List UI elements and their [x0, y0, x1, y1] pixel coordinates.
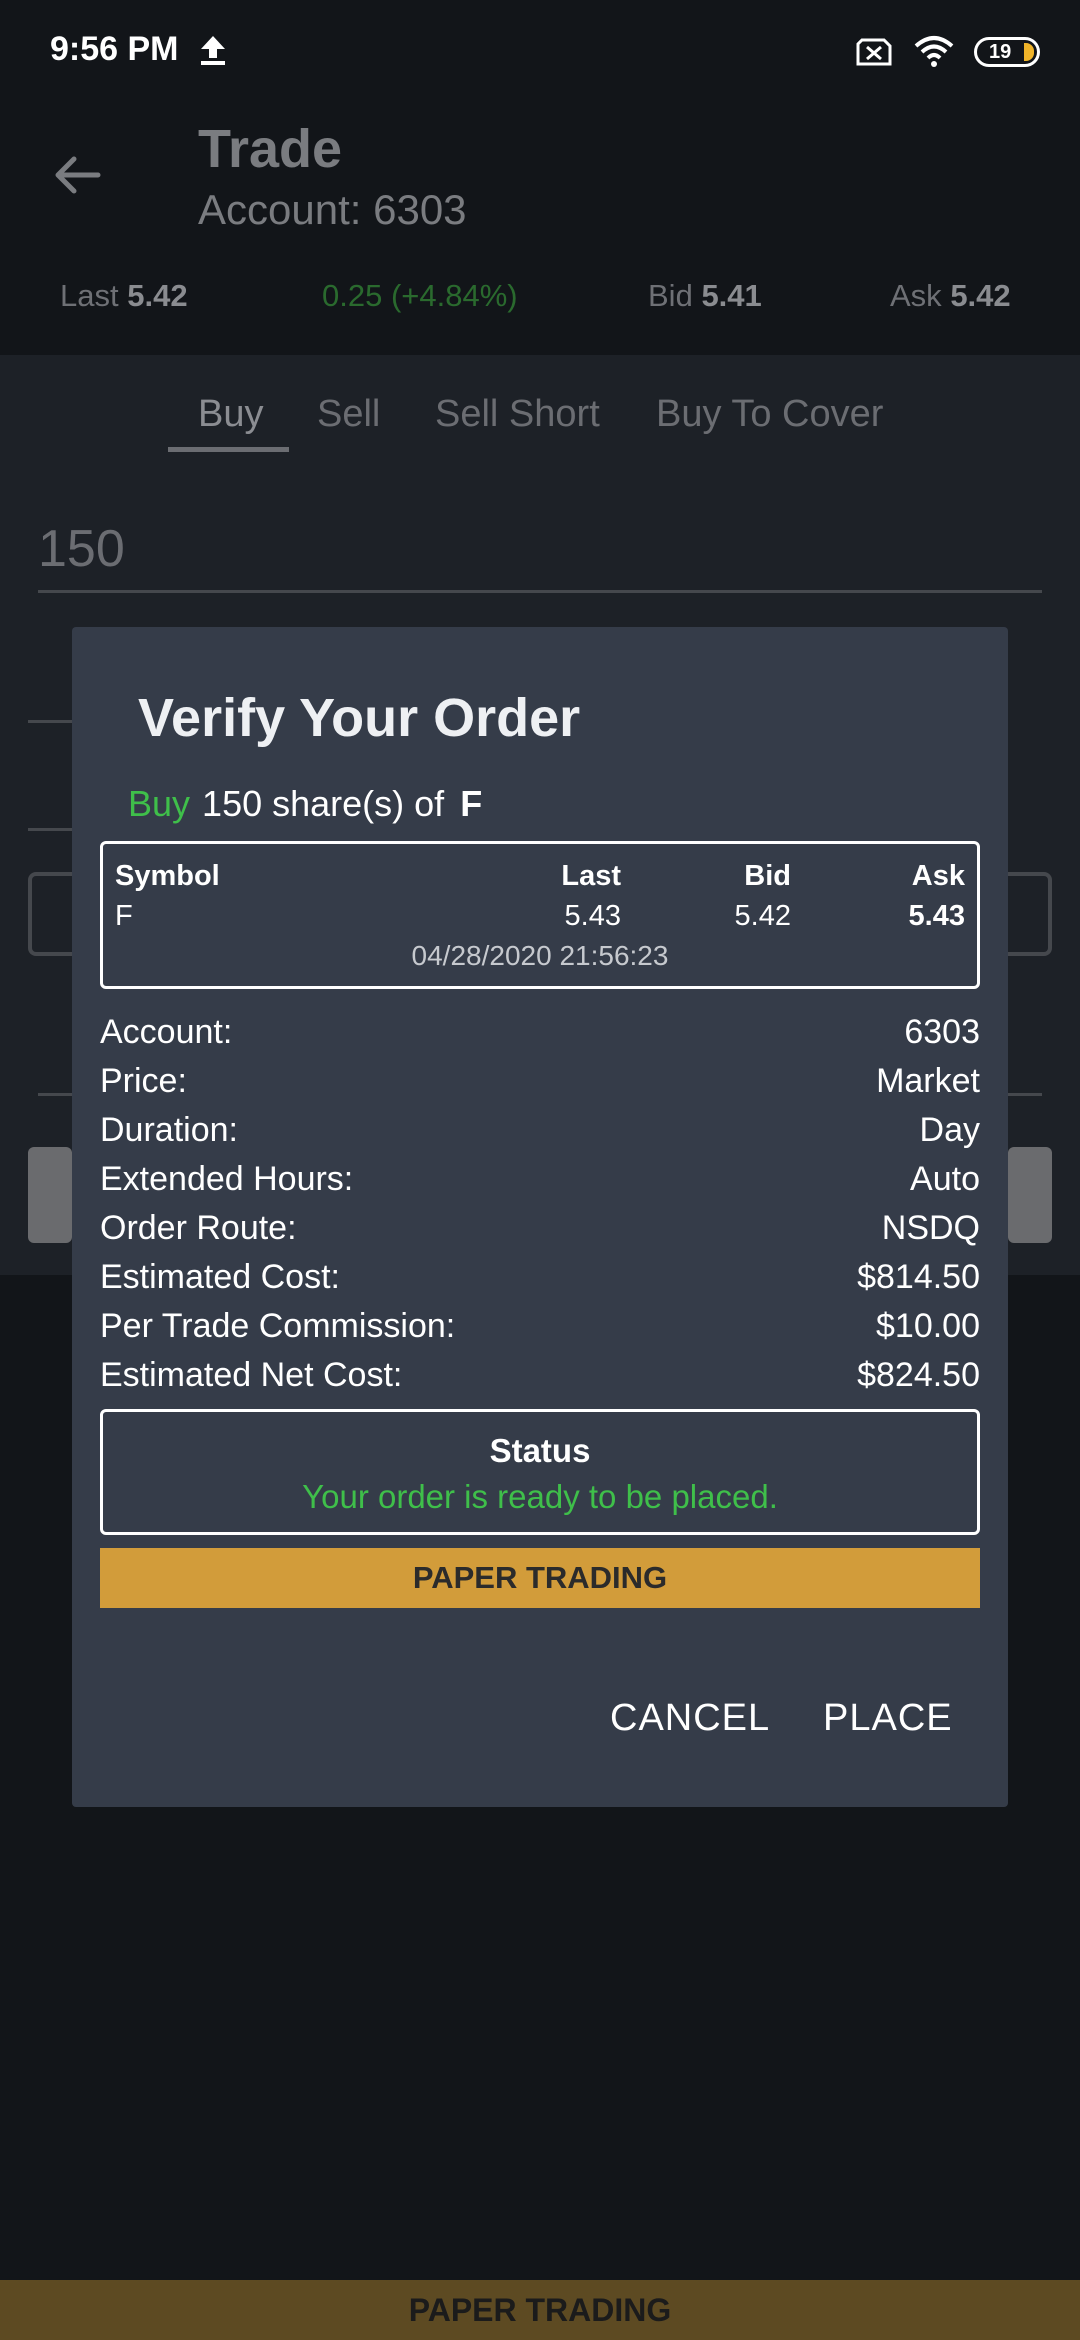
- detail-label: Estimated Net Cost:: [100, 1356, 403, 1394]
- detail-value: $814.50: [857, 1258, 980, 1296]
- detail-value: NSDQ: [881, 1209, 980, 1247]
- comment-field[interactable]: [38, 1093, 72, 1096]
- quote-last: 5.43: [564, 900, 621, 932]
- paper-trading-banner: PAPER TRADING: [100, 1548, 980, 1608]
- tab-buy[interactable]: Buy: [198, 393, 263, 436]
- quantity-input[interactable]: 150: [38, 515, 1042, 593]
- place-order-button[interactable]: PLACE: [823, 1697, 953, 1740]
- detail-label: Extended Hours:: [100, 1160, 354, 1198]
- detail-row-price: Price: Market: [100, 1062, 980, 1111]
- status-time: 9:56 PM: [50, 30, 179, 68]
- detail-value: 6303: [904, 1013, 980, 1051]
- review-order-button-end: [1008, 1147, 1052, 1243]
- status-message: Your order is ready to be placed.: [302, 1478, 778, 1515]
- order-summary-text: 150 share(s) of: [202, 783, 445, 824]
- page-title: Trade: [198, 119, 343, 179]
- detail-label: Account:: [100, 1013, 233, 1051]
- detail-label: Order Route:: [100, 1209, 297, 1247]
- upload-icon: [201, 36, 225, 65]
- detail-label: Duration:: [100, 1111, 238, 1149]
- detail-row-commission: Per Trade Commission: $10.00: [100, 1307, 980, 1356]
- review-order-button[interactable]: [28, 1147, 72, 1243]
- status-icons: 19: [854, 30, 1040, 74]
- back-arrow-icon[interactable]: [52, 150, 102, 200]
- cancel-button[interactable]: CANCEL: [610, 1697, 770, 1740]
- status-title: Status: [489, 1432, 591, 1469]
- quote-timestamp: 04/28/2020 21:56:23: [411, 940, 669, 971]
- tab-sell[interactable]: Sell: [317, 393, 380, 436]
- detail-row-account: Account: 6303: [100, 1013, 980, 1062]
- detail-value: Day: [919, 1111, 980, 1149]
- detail-label: Per Trade Commission:: [100, 1307, 456, 1345]
- battery-fill: [1024, 43, 1034, 61]
- detail-label: Estimated Cost:: [100, 1258, 340, 1296]
- order-summary: Buy 150 share(s) of F: [128, 783, 482, 825]
- order-side: Buy: [128, 783, 191, 824]
- detail-row-extended-hours: Extended Hours: Auto: [100, 1160, 980, 1209]
- quote-row: Last 5.42 0.25 (+4.84%) Bid 5.41 Ask 5.4…: [0, 278, 1080, 324]
- trade-header: Trade Account: 6303 Last 5.42 0.25 (+4.8…: [0, 100, 1080, 355]
- quote-symbol: F: [115, 900, 133, 932]
- verify-order-dialog: Verify Your Order Buy 150 share(s) of F S…: [72, 627, 1008, 1807]
- active-tab-indicator: [168, 447, 289, 452]
- quote-header-symbol: Symbol: [115, 860, 220, 892]
- detail-value: Auto: [910, 1160, 980, 1198]
- quote-bid: 5.42: [734, 900, 791, 932]
- tab-sell-short[interactable]: Sell Short: [435, 393, 600, 436]
- account-subtitle: Account: 6303: [198, 186, 467, 233]
- detail-row-estimated-cost: Estimated Cost: $814.50: [100, 1258, 980, 1307]
- detail-value: Market: [876, 1062, 980, 1100]
- price-change: 0.25 (+4.84%): [322, 278, 518, 313]
- trade-screen: 9:56 PM 19 Trade Account: 6303 Last 5.42…: [0, 0, 1080, 2340]
- quote-header-last: Last: [561, 860, 621, 892]
- bid-quote: Bid 5.41: [648, 278, 762, 313]
- comment-field-end: [1008, 1093, 1042, 1096]
- order-details: Account: 6303 Price: Market Duration: Da…: [100, 1013, 980, 1405]
- order-symbol: F: [460, 783, 483, 824]
- last-quote: Last 5.42: [60, 278, 188, 313]
- dialog-title: Verify Your Order: [138, 688, 581, 748]
- battery-icon: 19: [974, 37, 1040, 67]
- detail-value: $10.00: [876, 1307, 980, 1345]
- tab-buy-to-cover[interactable]: Buy To Cover: [656, 393, 883, 436]
- detail-row-duration: Duration: Day: [100, 1111, 980, 1160]
- route-select-right[interactable]: [1002, 872, 1052, 956]
- detail-row-net-cost: Estimated Net Cost: $824.50: [100, 1356, 980, 1405]
- quote-ask: 5.43: [908, 900, 965, 932]
- quote-table: Symbol Last Bid Ask F 5.43 5.42 5.43 04/…: [100, 841, 980, 989]
- order-status-box: Status Your order is ready to be placed.: [100, 1409, 980, 1535]
- paper-trading-footer: PAPER TRADING: [0, 2280, 1080, 2340]
- wifi-icon: [914, 36, 954, 67]
- order-side-tabs: Buy Sell Sell Short Buy To Cover: [0, 393, 1080, 453]
- detail-value: $824.50: [857, 1356, 980, 1394]
- detail-row-order-route: Order Route: NSDQ: [100, 1209, 980, 1258]
- quote-header-bid: Bid: [744, 860, 791, 892]
- battery-level: 19: [989, 41, 1012, 63]
- status-bar: 9:56 PM 19: [0, 0, 1080, 100]
- quote-header-ask: Ask: [911, 860, 965, 892]
- detail-label: Price:: [100, 1062, 187, 1100]
- sim-off-icon: [856, 38, 892, 66]
- ask-quote: Ask 5.42: [890, 278, 1011, 313]
